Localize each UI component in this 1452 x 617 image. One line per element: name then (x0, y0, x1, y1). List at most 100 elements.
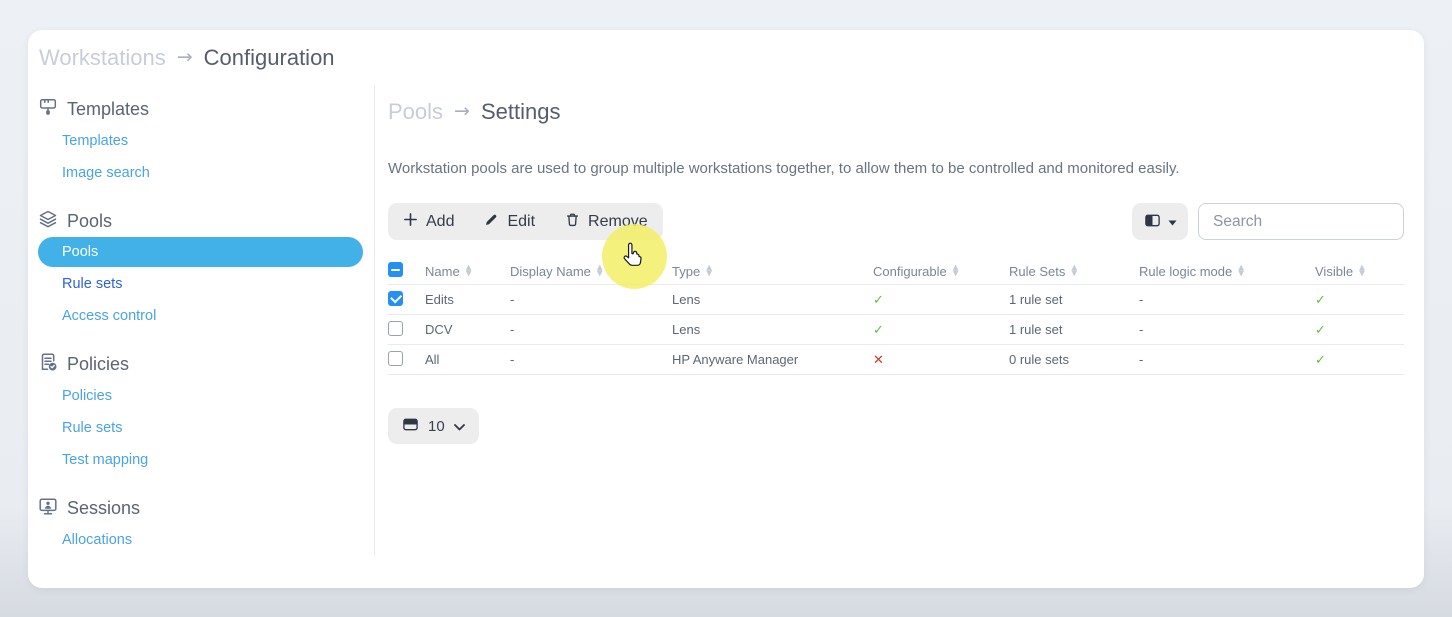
cross-icon: ✕ (873, 353, 884, 368)
section-breadcrumb: Pools → Settings (388, 99, 1404, 125)
sort-icon: ▲▼ (953, 265, 959, 277)
cell-name: Edits (425, 292, 510, 307)
sidebar-item-access-control[interactable]: Access control (38, 300, 374, 332)
column-header-type[interactable]: Type▲▼ (672, 264, 873, 279)
sidebar-item-pools[interactable]: Pools (38, 237, 363, 267)
section-header-policies: Policies (38, 352, 374, 376)
column-header-name[interactable]: Name▲▼ (425, 264, 510, 279)
plus-icon (403, 212, 418, 232)
sidebar-section-templates: Templates Templates Image search (38, 97, 374, 189)
breadcrumb-parent[interactable]: Workstations (39, 45, 166, 71)
column-header-display-name[interactable]: Display Name▲▼ (510, 264, 672, 279)
column-visibility-button[interactable] (1132, 203, 1188, 240)
check-icon: ✓ (1315, 293, 1326, 308)
pencil-icon (484, 212, 499, 232)
configuration-panel: Workstations → Configuration Te (28, 30, 1424, 588)
row-checkbox[interactable] (388, 351, 403, 366)
row-checkbox[interactable] (388, 321, 403, 336)
sidebar-section-sessions: Sessions Allocations (38, 496, 374, 556)
sort-icon: ▲▼ (1238, 265, 1244, 277)
select-all-cell (388, 262, 425, 280)
session-monitor-icon (38, 496, 58, 521)
table-header-row: Name▲▼ Display Name▲▼ Type▲▼ Configurabl… (388, 258, 1404, 285)
trash-icon (565, 212, 580, 232)
caret-down-icon (1168, 214, 1177, 229)
check-icon: ✓ (873, 323, 884, 338)
columns-icon (1144, 212, 1161, 232)
table-row[interactable]: All-HP Anyware Manager✕0 rule sets-✓ (388, 345, 1404, 375)
description-text: Workstation pools are used to group mult… (388, 160, 1404, 177)
sort-icon: ▲▼ (466, 265, 472, 277)
section-label: Sessions (67, 498, 140, 519)
page-title: Configuration (204, 45, 335, 71)
sidebar-item-test-mapping[interactable]: Test mapping (38, 444, 374, 476)
breadcrumb-parent[interactable]: Pools (388, 99, 443, 125)
section-label: Pools (67, 211, 112, 232)
cell-type: Lens (672, 322, 873, 337)
edit-button[interactable]: Edit (469, 203, 550, 240)
row-checkbox[interactable] (388, 291, 403, 306)
cell-rule-sets: 1 rule set (1009, 292, 1139, 307)
sidebar-section-pools: Pools Pools Rule sets Access control (38, 209, 374, 332)
section-label: Policies (67, 354, 129, 375)
rows-per-page-value: 10 (428, 418, 445, 435)
section-header-sessions: Sessions (38, 496, 374, 520)
policy-check-icon (38, 352, 58, 377)
section-header-pools: Pools (38, 209, 374, 233)
rows-icon (402, 416, 419, 437)
section-label: Templates (67, 99, 149, 120)
pools-table: Name▲▼ Display Name▲▼ Type▲▼ Configurabl… (388, 258, 1404, 375)
cell-rule-logic-mode: - (1139, 352, 1315, 367)
main-content: Pools → Settings Workstation pools are u… (375, 85, 1424, 556)
toolbar: Add Edit (388, 203, 1404, 240)
cell-type: HP Anyware Manager (672, 352, 873, 367)
cell-rule-sets: 1 rule set (1009, 322, 1139, 337)
rows-per-page-button[interactable]: 10 (388, 408, 479, 444)
search-input[interactable] (1198, 203, 1404, 240)
add-button[interactable]: Add (388, 203, 469, 240)
cell-display-name: - (510, 322, 672, 337)
section-header-templates: Templates (38, 97, 374, 121)
sidebar-item-policy-rule-sets[interactable]: Rule sets (38, 412, 374, 444)
check-icon: ✓ (1315, 353, 1326, 368)
sidebar-section-policies: Policies Policies Rule sets Test mapping (38, 352, 374, 476)
sidebar-item-templates[interactable]: Templates (38, 125, 374, 157)
cell-rule-logic-mode: - (1139, 292, 1315, 307)
section-title: Settings (481, 99, 561, 125)
remove-button[interactable]: Remove (550, 203, 663, 240)
sort-icon: ▲▼ (706, 265, 712, 277)
sidebar: Templates Templates Image search (28, 85, 375, 556)
column-header-visible[interactable]: Visible▲▼ (1315, 264, 1404, 279)
arrow-right-icon: → (177, 46, 193, 68)
cell-type: Lens (672, 292, 873, 307)
action-button-group: Add Edit (388, 203, 663, 240)
table-row[interactable]: DCV-Lens✓1 rule set-✓ (388, 315, 1404, 345)
cell-display-name: - (510, 352, 672, 367)
pagination: 10 (388, 408, 1404, 444)
cell-name: All (425, 352, 510, 367)
sidebar-item-policies[interactable]: Policies (38, 380, 374, 412)
brush-icon (38, 97, 58, 122)
sort-icon: ▲▼ (1071, 265, 1077, 277)
check-icon: ✓ (1315, 323, 1326, 338)
cell-rule-sets: 0 rule sets (1009, 352, 1139, 367)
cell-name: DCV (425, 322, 510, 337)
layers-icon (38, 209, 58, 234)
page-header: Workstations → Configuration (28, 30, 1424, 85)
table-row[interactable]: Edits-Lens✓1 rule set-✓ (388, 285, 1404, 315)
column-header-configurable[interactable]: Configurable▲▼ (873, 264, 1009, 279)
check-icon: ✓ (873, 293, 884, 308)
cell-rule-logic-mode: - (1139, 322, 1315, 337)
breadcrumb: Workstations → Configuration (39, 45, 1424, 71)
sort-icon: ▲▼ (1359, 265, 1365, 277)
sort-icon: ▲▼ (597, 265, 603, 277)
chevron-down-icon (454, 418, 465, 435)
column-header-rule-sets[interactable]: Rule Sets▲▼ (1009, 264, 1139, 279)
sidebar-item-allocations[interactable]: Allocations (38, 524, 374, 556)
sidebar-item-pool-rule-sets[interactable]: Rule sets (38, 268, 374, 300)
sidebar-item-image-search[interactable]: Image search (38, 157, 374, 189)
select-all-checkbox[interactable] (388, 262, 403, 277)
arrow-right-icon: → (454, 100, 470, 122)
cell-display-name: - (510, 292, 672, 307)
column-header-rule-logic-mode[interactable]: Rule logic mode▲▼ (1139, 264, 1315, 279)
